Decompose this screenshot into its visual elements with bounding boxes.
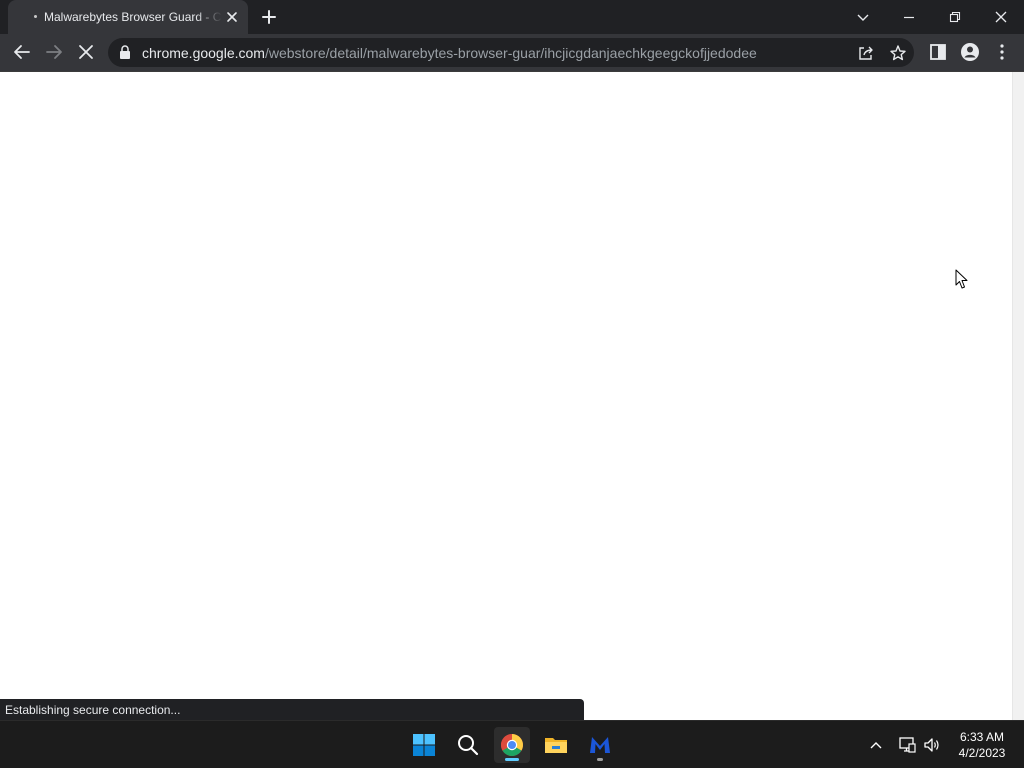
back-button[interactable] [11, 41, 33, 63]
url-text[interactable]: chrome.google.com/webstore/detail/malwar… [142, 45, 757, 61]
system-clock[interactable]: 6:33 AM 4/2/2023 [946, 729, 1018, 761]
search-button[interactable] [450, 727, 486, 763]
close-window-icon[interactable] [989, 5, 1013, 29]
kebab-menu-icon[interactable] [991, 41, 1013, 63]
side-panel-icon[interactable] [927, 41, 949, 63]
tab-title: Malwarebytes Browser Guard - Chrome Web … [44, 10, 222, 24]
address-bar[interactable]: chrome.google.com/webstore/detail/malwar… [108, 38, 914, 67]
taskbar-malwarebytes[interactable] [582, 727, 618, 763]
malwarebytes-running-indicator [597, 758, 603, 761]
tab-strip: Malwarebytes Browser Guard - Chrome Web … [0, 0, 1024, 34]
share-icon[interactable] [857, 44, 875, 62]
page-content [0, 72, 1012, 720]
status-bubble: Establishing secure connection... [0, 699, 584, 720]
forward-button[interactable] [43, 41, 65, 63]
close-tab-icon[interactable] [224, 9, 240, 25]
url-host: chrome.google.com [142, 45, 265, 61]
taskbar-chrome[interactable] [494, 727, 530, 763]
chevron-up-icon[interactable] [866, 735, 886, 755]
browser-tab[interactable]: Malwarebytes Browser Guard - Chrome Web … [8, 0, 248, 34]
tab-loading-icon [34, 15, 37, 18]
minimize-icon[interactable] [897, 5, 921, 29]
windows-logo-icon [413, 734, 435, 756]
lock-icon[interactable] [119, 45, 131, 59]
url-path: /webstore/detail/malwarebytes-browser-gu… [264, 45, 757, 61]
browser-toolbar: chrome.google.com/webstore/detail/malwar… [0, 34, 1024, 72]
chrome-running-indicator [505, 758, 519, 761]
volume-icon[interactable] [922, 735, 942, 755]
taskbar: 6:33 AM 4/2/2023 [0, 720, 1024, 768]
clock-time: 6:33 AM [959, 730, 1005, 744]
new-tab-button[interactable] [259, 7, 279, 27]
taskbar-file-explorer[interactable] [538, 727, 574, 763]
chrome-icon [501, 734, 523, 756]
network-icon[interactable] [897, 735, 917, 755]
bookmark-star-icon[interactable] [889, 44, 907, 62]
malwarebytes-icon [590, 737, 610, 753]
profile-icon[interactable] [959, 41, 981, 63]
folder-icon [545, 738, 567, 753]
vertical-scrollbar[interactable] [1012, 72, 1024, 720]
tab-search-icon[interactable] [851, 5, 875, 29]
stop-loading-button[interactable] [75, 41, 97, 63]
clock-date: 4/2/2023 [958, 746, 1006, 760]
start-button[interactable] [406, 727, 442, 763]
search-icon [458, 735, 479, 756]
restore-icon[interactable] [943, 5, 967, 29]
mouse-cursor-icon [955, 269, 968, 289]
